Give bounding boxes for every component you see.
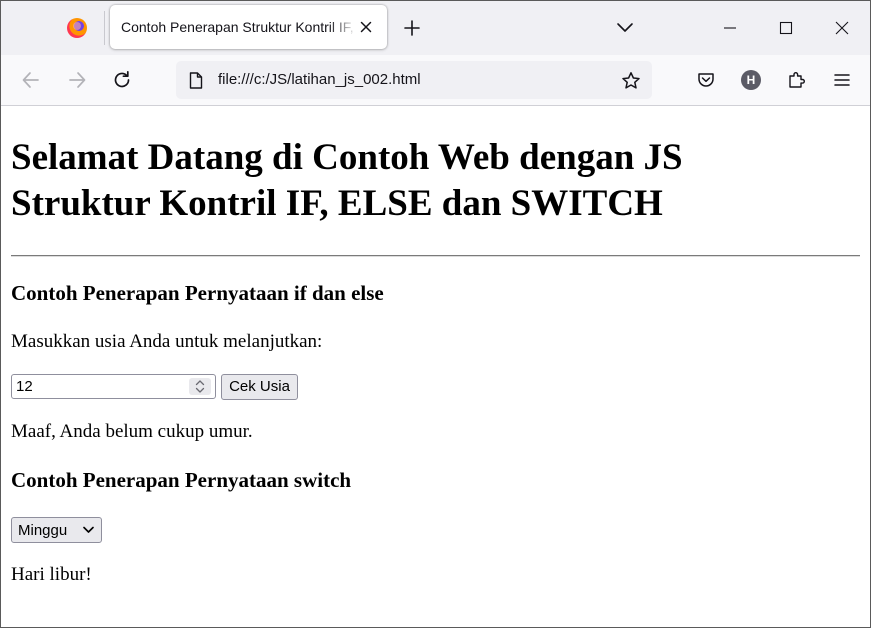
app-menu-hamburger-icon[interactable] (832, 70, 852, 90)
maximize-button[interactable] (758, 1, 814, 55)
check-age-button[interactable]: Cek Usia (221, 374, 298, 400)
age-value[interactable]: 12 (16, 378, 33, 395)
extensions-puzzle-icon[interactable] (787, 70, 807, 90)
bookmark-star-icon[interactable] (621, 71, 641, 91)
page-title: Selamat Datang di Contoh Web dengan JS S… (11, 135, 831, 227)
list-all-tabs-chevron-down-icon[interactable] (616, 21, 634, 35)
minimize-button[interactable] (702, 1, 758, 55)
firefox-logo-icon[interactable] (67, 18, 87, 38)
chevron-down-icon (83, 526, 94, 533)
forward-arrow-icon[interactable] (66, 69, 88, 91)
day-select-value: Minggu (18, 522, 68, 539)
new-tab-plus-icon[interactable] (403, 19, 421, 37)
page-title-line-2: Struktur Kontril IF, ELSE dan SWITCH (11, 183, 663, 224)
pocket-icon[interactable] (696, 70, 716, 90)
horizontal-rule (11, 255, 860, 257)
day-result: Hari libur! (11, 564, 92, 585)
day-select[interactable]: Minggu (11, 517, 102, 543)
navigation-toolbar: file:///c:/JS/latihan_js_002.html H (1, 55, 870, 106)
account-initial: H (741, 70, 761, 90)
close-window-button[interactable] (814, 1, 870, 55)
tab-active[interactable]: Contoh Penerapan Struktur Kontril IF, EL… (110, 5, 387, 49)
age-number-input[interactable]: 12 (11, 374, 216, 399)
section-if-title: Contoh Penerapan Pernyataan if dan else (11, 281, 384, 305)
reload-icon[interactable] (111, 69, 133, 91)
spinner-arrows-icon[interactable] (195, 379, 205, 394)
maximize-icon (779, 21, 793, 35)
number-spinner[interactable] (189, 378, 211, 395)
tab-strip: Contoh Penerapan Struktur Kontril IF, EL… (1, 1, 870, 55)
tab-separator (104, 11, 105, 45)
back-arrow-icon[interactable] (20, 69, 42, 91)
page-title-line-1: Selamat Datang di Contoh Web dengan JS (11, 137, 683, 178)
tab-close-icon[interactable] (358, 19, 374, 35)
browser-window: Contoh Penerapan Struktur Kontril IF, EL… (0, 0, 871, 628)
age-result: Maaf, Anda belum cukup umur. (11, 421, 253, 442)
minimize-icon (724, 27, 736, 29)
age-prompt: Masukkan usia Anda untuk melanjutkan: (11, 331, 323, 352)
close-icon (835, 21, 849, 35)
url-text[interactable]: file:///c:/JS/latihan_js_002.html (218, 71, 421, 88)
page-icon[interactable] (189, 72, 203, 89)
page-content: Selamat Datang di Contoh Web dengan JS S… (1, 106, 870, 627)
tab-title: Contoh Penerapan Struktur Kontril IF, EL… (121, 19, 357, 35)
section-switch-title: Contoh Penerapan Pernyataan switch (11, 468, 352, 492)
url-bar[interactable]: file:///c:/JS/latihan_js_002.html (176, 61, 652, 99)
account-avatar[interactable]: H (741, 70, 761, 90)
